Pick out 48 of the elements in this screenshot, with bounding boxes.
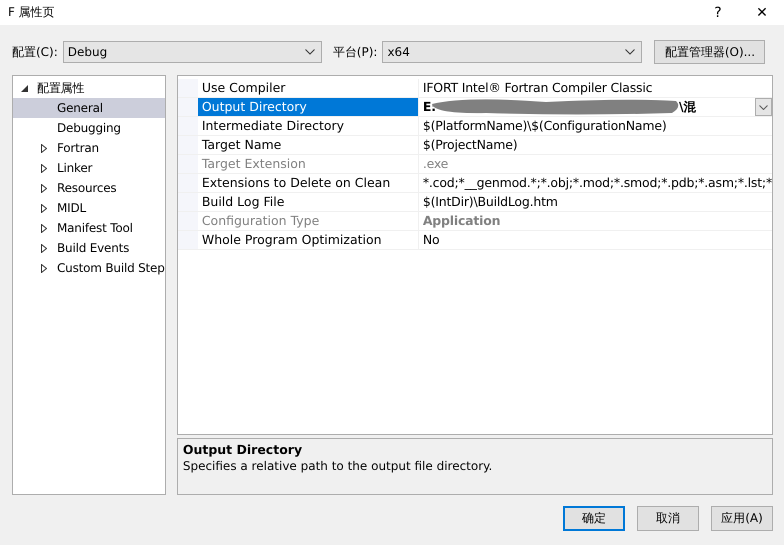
tree-item[interactable]: MIDL <box>13 198 165 218</box>
config-label: 配置(C): <box>12 44 58 60</box>
close-button[interactable]: ✕ <box>740 0 784 25</box>
platform-dropdown[interactable]: x64 <box>382 41 642 63</box>
expanded-arrow-icon <box>21 84 28 92</box>
dropdown-button[interactable] <box>755 98 772 116</box>
window-title: F 属性页 <box>8 4 55 21</box>
collapsed-arrow-icon <box>41 184 47 192</box>
chevron-down-icon <box>304 49 315 55</box>
tree-item[interactable]: Build Events <box>13 238 165 258</box>
property-value[interactable]: No <box>418 231 772 249</box>
property-value[interactable]: $(ProjectName) <box>418 136 772 154</box>
tree-item[interactable]: Custom Build Step <box>13 258 165 278</box>
collapsed-arrow-icon <box>41 204 47 212</box>
collapsed-arrow-icon <box>41 264 47 272</box>
tree-item[interactable]: Manifest Tool <box>13 218 165 238</box>
collapsed-arrow-icon <box>41 144 47 152</box>
help-button[interactable]: ? <box>696 0 740 25</box>
collapsed-arrow-icon <box>41 244 47 252</box>
tree-item[interactable]: General <box>13 98 165 118</box>
property-name[interactable]: Build Log File <box>198 193 419 211</box>
config-manager-button[interactable]: 配置管理器(O)... <box>654 40 766 64</box>
dialog-button[interactable]: 确定 <box>563 506 625 531</box>
property-value[interactable]: $(PlatformName)\$(ConfigurationName) <box>418 117 772 135</box>
platform-label: 平台(P): <box>332 44 378 60</box>
config-dropdown[interactable]: Debug <box>62 41 322 63</box>
tree-item[interactable]: Debugging <box>13 118 165 138</box>
property-value[interactable]: *.cod;*__genmod.*;*.obj;*.mod;*.smod;*.pdb;*.asm;*.lst;* <box>418 174 772 192</box>
chevron-down-icon <box>625 49 636 55</box>
property-name[interactable]: Output Directory <box>198 98 419 116</box>
tree-item[interactable]: Fortran <box>13 138 165 158</box>
description-text: Specifies a relative path to the output file directory. <box>182 459 494 473</box>
property-name[interactable]: Target Name <box>198 136 419 154</box>
collapsed-arrow-icon <box>41 164 47 172</box>
description-title: Output Directory <box>182 442 304 457</box>
tree-item[interactable]: 配置属性 <box>13 78 165 98</box>
property-name[interactable]: Intermediate Directory <box>198 117 419 135</box>
property-value[interactable]: $(IntDir)\BuildLog.htm <box>418 193 772 211</box>
chevron-down-icon <box>759 104 768 110</box>
property-name[interactable]: Extensions to Delete on Clean <box>198 174 419 192</box>
property-name[interactable]: Use Compiler <box>198 79 419 97</box>
property-name[interactable]: Whole Program Optimization <box>198 231 419 249</box>
dialog-button[interactable]: 取消 <box>637 506 699 531</box>
property-value[interactable]: IFORT Intel® Fortran Compiler Classic <box>418 79 772 97</box>
tree-item[interactable]: Linker <box>13 158 165 178</box>
dialog-button[interactable]: 应用(A) <box>711 506 773 531</box>
tree-item[interactable]: Resources <box>13 178 165 198</box>
collapsed-arrow-icon <box>41 224 47 232</box>
